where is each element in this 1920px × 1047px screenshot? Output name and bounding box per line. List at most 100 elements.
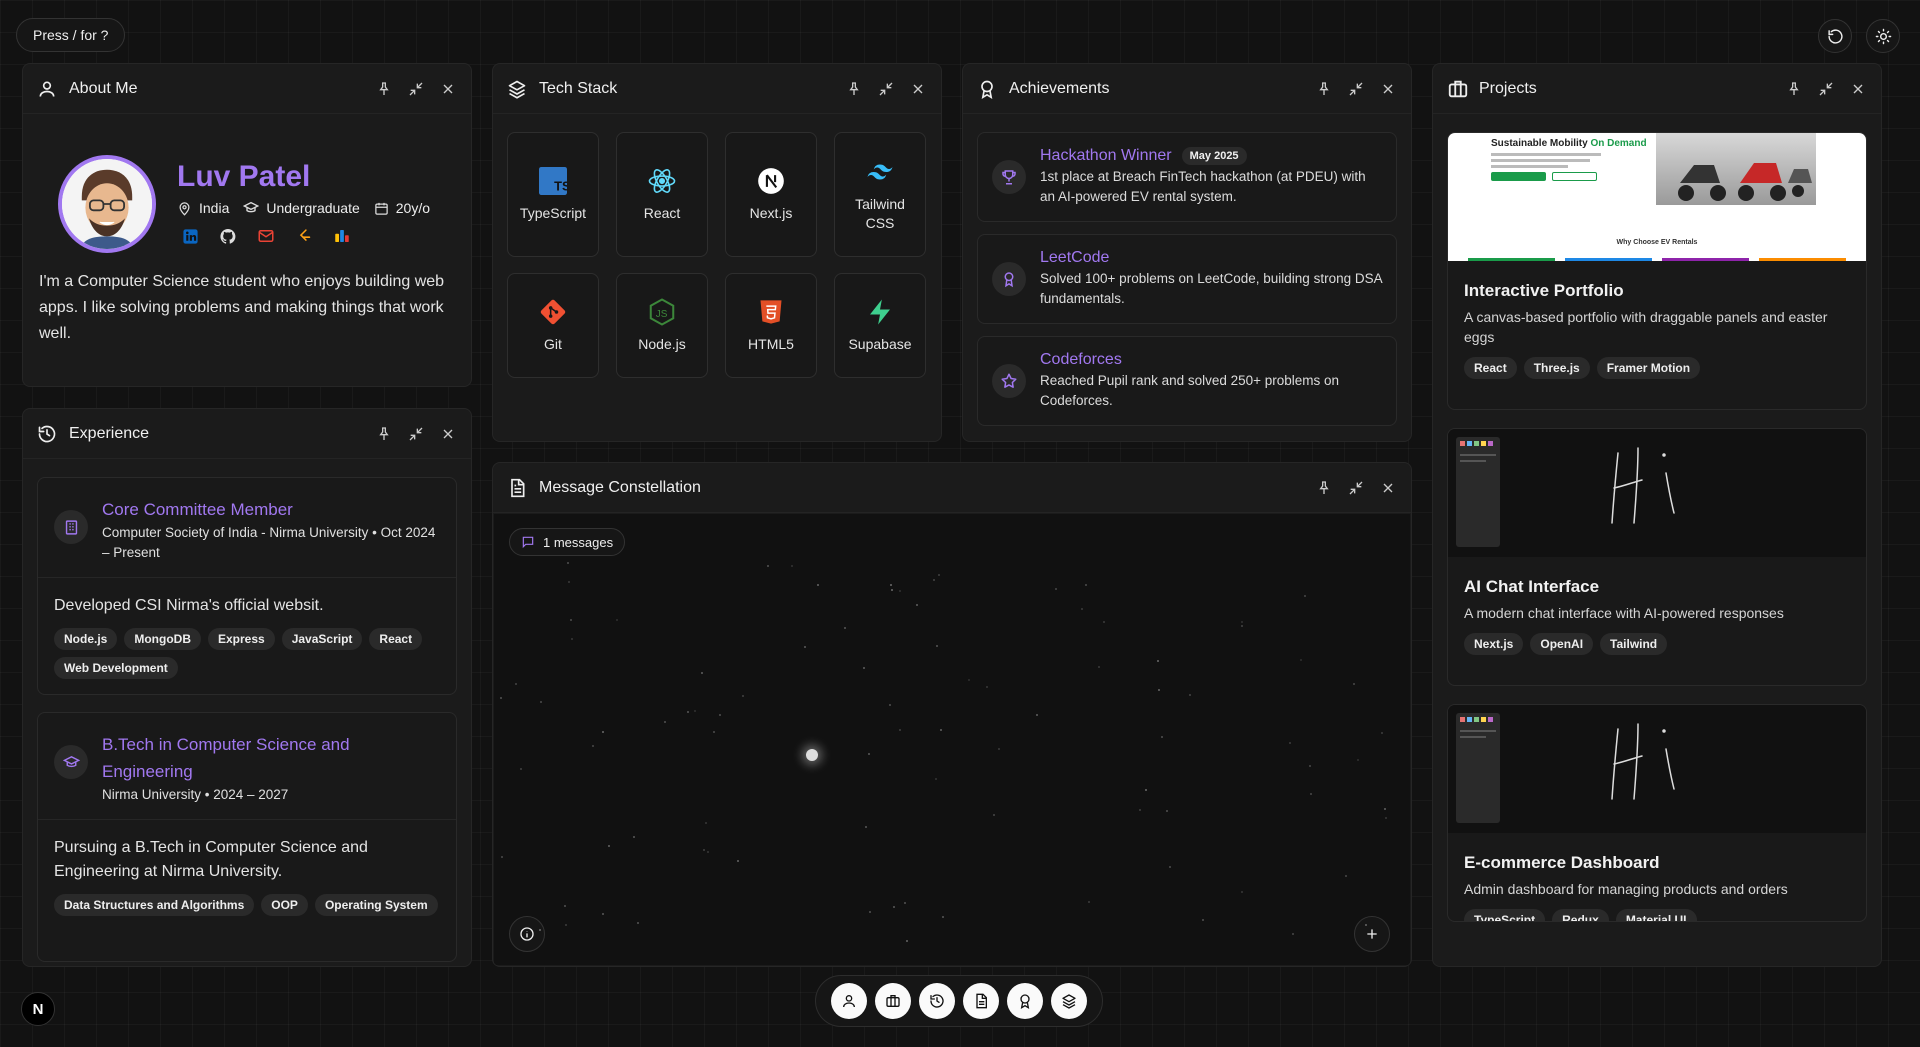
- tech-card-supabase[interactable]: Supabase: [834, 273, 926, 378]
- theme-toggle-button[interactable]: [1866, 19, 1900, 53]
- tech-card-git[interactable]: Git: [507, 273, 599, 378]
- about-panel-header[interactable]: About Me: [23, 64, 471, 114]
- svg-text:TS: TS: [554, 178, 567, 193]
- close-icon[interactable]: [1849, 80, 1867, 98]
- project-card[interactable]: AI Chat Interface A modern chat interfac…: [1447, 428, 1867, 686]
- close-icon[interactable]: [439, 80, 457, 98]
- dock-experience-button[interactable]: [919, 983, 955, 1019]
- codeforces-icon[interactable]: [333, 227, 351, 245]
- project-card[interactable]: E-commerce Dashboard Admin dashboard for…: [1447, 704, 1867, 922]
- project-thumbnail: [1448, 705, 1866, 833]
- tag: Operating System: [314, 894, 438, 916]
- background-star: [1081, 608, 1083, 610]
- experience-panel[interactable]: Experience Core Committee Member Compute…: [22, 408, 472, 967]
- layers-icon: [1062, 994, 1076, 1009]
- tech-stack-panel[interactable]: Tech Stack TS TypeScript React Next.js T…: [492, 63, 942, 442]
- tech-card-nodejs[interactable]: JS Node.js: [616, 273, 708, 378]
- tech-card-tailwind[interactable]: Tailwind CSS: [834, 132, 926, 257]
- sun-icon: [1875, 28, 1891, 44]
- pin-icon[interactable]: [1315, 479, 1333, 497]
- tag: MongoDB: [124, 628, 201, 650]
- minimize-icon[interactable]: [1347, 80, 1365, 98]
- message-panel-header[interactable]: Message Constellation: [493, 463, 1411, 513]
- minimize-icon[interactable]: [877, 80, 895, 98]
- background-star: [889, 704, 891, 706]
- minimize-icon[interactable]: [1347, 479, 1365, 497]
- background-star: [940, 729, 942, 731]
- message-star[interactable]: [806, 749, 818, 761]
- tech-label: Node.js: [638, 336, 686, 352]
- background-star: [1292, 933, 1294, 935]
- about-panel[interactable]: About Me Luv Patel India Undergraduate 2…: [22, 63, 472, 387]
- background-star: [701, 672, 703, 674]
- background-star: [592, 745, 594, 747]
- background-star: [500, 697, 502, 699]
- minimize-icon[interactable]: [407, 425, 425, 443]
- reset-button[interactable]: [1818, 19, 1852, 53]
- plus-icon: [1367, 929, 1377, 939]
- mail-icon[interactable]: [257, 227, 275, 245]
- achievements-panel-header[interactable]: Achievements: [963, 64, 1411, 114]
- briefcase-icon: [886, 995, 900, 1007]
- dock-messages-button[interactable]: [963, 983, 999, 1019]
- projects-panel-header[interactable]: Projects: [1433, 64, 1881, 114]
- close-icon[interactable]: [909, 80, 927, 98]
- nextjs-badge[interactable]: N: [21, 992, 55, 1026]
- achievement-description: 1st place at Breach FinTech hackathon (a…: [1040, 169, 1366, 204]
- tech-card-html5[interactable]: HTML5: [725, 273, 817, 378]
- background-star: [936, 645, 938, 647]
- supabase-icon: [865, 297, 895, 327]
- tech-card-react[interactable]: React: [616, 132, 708, 257]
- dock-projects-button[interactable]: [875, 983, 911, 1019]
- background-star: [1055, 588, 1057, 590]
- thumbnail-sidebar: [1456, 713, 1500, 823]
- projects-panel[interactable]: Projects Sustainable Mobility On Demand: [1432, 63, 1882, 967]
- background-star: [1036, 714, 1038, 716]
- pin-icon[interactable]: [1315, 80, 1333, 98]
- pin-icon[interactable]: [375, 425, 393, 443]
- background-star: [520, 768, 522, 770]
- experience-card-titles: Core Committee Member Computer Society o…: [102, 496, 440, 563]
- leetcode-icon[interactable]: [295, 227, 313, 245]
- background-star: [865, 826, 867, 828]
- achievement-description: Solved 100+ problems on LeetCode, buildi…: [1040, 271, 1382, 306]
- background-star: [703, 849, 705, 851]
- message-constellation-panel[interactable]: Message Constellation 1 messages: [492, 462, 1412, 967]
- minimize-icon[interactable]: [407, 80, 425, 98]
- nextjs-icon: [756, 166, 786, 196]
- dock-techstack-button[interactable]: [1051, 983, 1087, 1019]
- linkedin-icon[interactable]: [181, 227, 199, 245]
- tech-card-nextjs[interactable]: Next.js: [725, 132, 817, 257]
- pin-icon[interactable]: [375, 80, 393, 98]
- age-item: 20y/o: [374, 200, 430, 216]
- pin-icon[interactable]: [845, 80, 863, 98]
- close-icon[interactable]: [1379, 479, 1397, 497]
- shortcut-hint-button[interactable]: Press / for ?: [16, 18, 126, 52]
- tag-list: Next.js OpenAI Tailwind: [1464, 633, 1850, 655]
- tech-card-typescript[interactable]: TS TypeScript: [507, 132, 599, 257]
- background-star: [1166, 810, 1168, 812]
- background-star: [993, 814, 995, 816]
- constellation-canvas[interactable]: 1 messages: [494, 514, 1410, 965]
- project-description: Admin dashboard for managing products an…: [1464, 881, 1788, 897]
- github-icon[interactable]: [219, 227, 237, 245]
- background-star: [501, 856, 503, 858]
- experience-subtitle: Nirma University • 2024 – 2027: [102, 787, 289, 802]
- background-star: [705, 822, 707, 824]
- close-icon[interactable]: [439, 425, 457, 443]
- achievements-panel[interactable]: Achievements Hackathon Winner May 2025 1…: [962, 63, 1412, 442]
- minimize-icon[interactable]: [1817, 80, 1835, 98]
- project-description: A modern chat interface with AI-powered …: [1464, 605, 1784, 621]
- info-icon: [520, 927, 534, 941]
- project-card[interactable]: Sustainable Mobility On Demand Why Choos…: [1447, 132, 1867, 410]
- achievement-title-row: Codeforces: [1040, 351, 1382, 369]
- dock-achievements-button[interactable]: [1007, 983, 1043, 1019]
- dock-about-button[interactable]: [831, 983, 867, 1019]
- experience-panel-header[interactable]: Experience: [23, 409, 471, 459]
- close-icon[interactable]: [1379, 80, 1397, 98]
- tech-stack-panel-header[interactable]: Tech Stack: [493, 64, 941, 114]
- background-star: [608, 845, 610, 847]
- info-button[interactable]: [509, 916, 545, 952]
- pin-icon[interactable]: [1785, 80, 1803, 98]
- add-message-button[interactable]: [1354, 916, 1390, 952]
